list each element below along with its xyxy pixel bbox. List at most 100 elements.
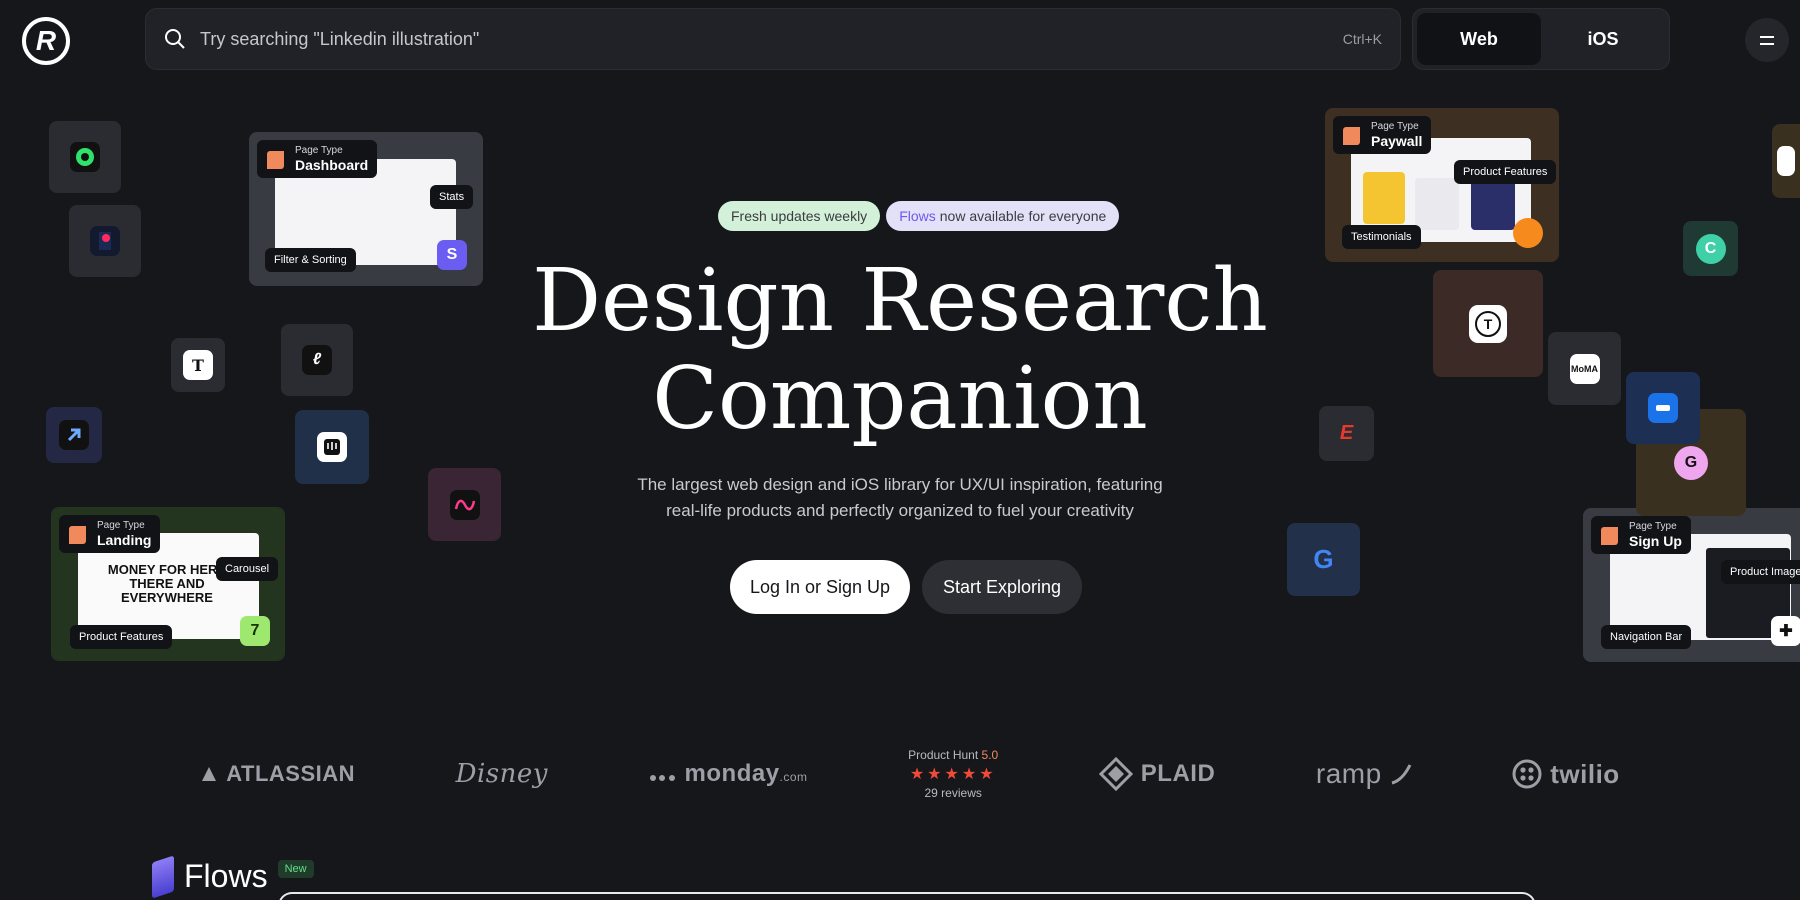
hero-subtitle-line2: real-life products and perfectly organiz… xyxy=(666,501,1134,520)
page-type-card-landing[interactable]: MONEY FOR HERE THERE AND EVERYWHERE Page… xyxy=(51,507,285,661)
page-type-flag-icon xyxy=(267,151,284,169)
search-shortcut: Ctrl+K xyxy=(1343,31,1382,47)
app-tile-meta[interactable] xyxy=(428,468,501,541)
announcement-badges: Fresh updates weekly Flows now available… xyxy=(718,201,1119,231)
partial-app-icon xyxy=(1777,146,1795,176)
p-app-icon xyxy=(90,226,120,256)
blue-app-icon xyxy=(1648,393,1678,423)
grammarly-icon: G xyxy=(1674,446,1708,480)
feature-chip-stats: Stats xyxy=(430,185,473,209)
badge-flows-available[interactable]: Flows now available for everyone xyxy=(886,201,1119,231)
logo-monday: monday.com xyxy=(649,760,808,788)
page-type-card-dashboard[interactable]: Page Type Dashboard Stats Filter & Sorti… xyxy=(249,132,483,286)
page-type-value: Sign Up xyxy=(1629,533,1682,549)
ramp-icon xyxy=(1390,763,1412,785)
app-tile-p[interactable] xyxy=(69,205,141,277)
app-tile-typeform[interactable]: T xyxy=(1433,270,1543,377)
nyt-icon: T xyxy=(183,350,213,380)
menu-button[interactable] xyxy=(1745,18,1789,62)
app-tile-intercom[interactable] xyxy=(295,410,369,484)
app-tile-blue[interactable] xyxy=(1626,372,1700,444)
page-type-flag-icon xyxy=(69,526,86,544)
badge-fresh-updates: Fresh updates weekly xyxy=(718,201,880,231)
flows-section-header: Flows New xyxy=(152,858,314,895)
app-tile-arrow[interactable] xyxy=(46,407,102,463)
feature-chip-product-features: Product Features xyxy=(1454,160,1556,184)
product-hunt-score: 5.0 xyxy=(982,748,999,762)
page-type-tag: Page Type Sign Up xyxy=(1591,516,1691,554)
flows-logo-icon xyxy=(152,855,174,898)
app-tile-moma[interactable]: MoMA xyxy=(1548,332,1621,405)
logo-ramp: ramp xyxy=(1316,758,1412,790)
page-type-tag: Page Type Paywall xyxy=(1333,116,1431,154)
product-hunt-label: Product Hunt xyxy=(908,748,978,762)
page-type-tag: Page Type Landing xyxy=(59,515,160,553)
twilio-icon xyxy=(1512,759,1542,789)
l-app-icon: ℓ xyxy=(302,345,332,375)
login-signup-button[interactable]: Log In or Sign Up xyxy=(730,560,910,614)
page-type-card-paywall[interactable]: Page Type Paywall Product Features Testi… xyxy=(1325,108,1559,262)
logo-disney: Disney xyxy=(456,759,548,789)
plaid-icon xyxy=(1099,757,1133,791)
flows-title: Flows xyxy=(184,858,268,895)
brand-logo[interactable]: R xyxy=(22,17,70,65)
feature-chip-product-image: Product Image xyxy=(1721,560,1800,584)
menu-icon xyxy=(1760,36,1774,45)
tab-ios[interactable]: iOS xyxy=(1541,13,1665,65)
feature-chip-filter: Filter & Sorting xyxy=(265,248,356,272)
page-type-label: Page Type xyxy=(97,520,151,531)
intercom-icon xyxy=(317,432,347,462)
flows-preview-panel xyxy=(278,892,1536,900)
hero-title-line2: Companion xyxy=(652,349,1148,449)
arrow-app-icon xyxy=(59,420,89,450)
meta-icon xyxy=(450,490,480,520)
page-type-label: Page Type xyxy=(1629,521,1682,532)
hero-title: Design Research Companion xyxy=(450,252,1350,448)
app-tile-nyt[interactable]: T xyxy=(171,338,225,392)
gamepad-icon: ✚ xyxy=(1771,616,1800,646)
hero-title-line1: Design Research xyxy=(532,251,1268,351)
monday-icon xyxy=(649,766,677,782)
start-exploring-button[interactable]: Start Exploring xyxy=(922,560,1082,614)
app-tile-l[interactable]: ℓ xyxy=(281,324,353,396)
google-icon: G xyxy=(1309,545,1339,575)
moma-icon: MoMA xyxy=(1570,354,1600,384)
logo-atlassian: ATLASSIAN xyxy=(200,761,355,787)
typeform-icon: T xyxy=(1469,305,1507,343)
search-input[interactable]: Try searching "Linkedin illustration" xyxy=(200,29,1343,50)
product-hunt-rating: Product Hunt 5.0 ★★★★★ 29 reviews xyxy=(908,748,998,800)
page-type-value: Landing xyxy=(97,532,151,548)
app-tile-clay[interactable]: C xyxy=(1683,221,1738,276)
logo-glyph: R xyxy=(36,25,56,57)
clay-icon: C xyxy=(1696,234,1726,264)
search-bar[interactable]: Try searching "Linkedin illustration" Ct… xyxy=(145,8,1401,70)
rating-stars-icon: ★★★★★ xyxy=(908,764,998,784)
badge-flows-text: now available for everyone xyxy=(940,208,1107,224)
page-type-card-signup[interactable]: Page Type Sign Up Product Image Navigati… xyxy=(1583,508,1800,662)
logo-twilio: twilio xyxy=(1512,759,1619,790)
page-type-flag-icon xyxy=(1601,527,1618,545)
new-badge: New xyxy=(278,860,314,878)
feature-chip-navigation-bar: Navigation Bar xyxy=(1601,625,1691,649)
app-tile-partial[interactable] xyxy=(1772,124,1800,198)
page-type-tag: Page Type Dashboard xyxy=(257,140,377,178)
customer-logos: ATLASSIAN Disney monday.com Product Hunt… xyxy=(150,748,1670,800)
atlassian-icon xyxy=(200,765,218,783)
product-hunt-reviews: 29 reviews xyxy=(908,786,998,800)
app-tile-eye[interactable] xyxy=(49,121,121,193)
page-type-label: Page Type xyxy=(295,145,368,156)
eye-app-icon xyxy=(70,142,100,172)
wise-icon: 7 xyxy=(240,616,270,646)
page-type-value: Dashboard xyxy=(295,157,368,173)
orange-app-icon xyxy=(1513,218,1543,248)
hero-subtitle-line1: The largest web design and iOS library f… xyxy=(637,475,1162,494)
search-icon xyxy=(164,28,186,50)
feature-chip-testimonials: Testimonials xyxy=(1342,225,1421,249)
platform-switch[interactable]: Web iOS xyxy=(1412,8,1670,70)
feature-chip-product-features: Product Features xyxy=(70,625,172,649)
app-tile-google[interactable]: G xyxy=(1287,523,1360,596)
page-type-flag-icon xyxy=(1343,127,1360,145)
page-type-value: Paywall xyxy=(1371,133,1422,149)
hero-subtitle: The largest web design and iOS library f… xyxy=(550,472,1250,524)
tab-web[interactable]: Web xyxy=(1417,13,1541,65)
